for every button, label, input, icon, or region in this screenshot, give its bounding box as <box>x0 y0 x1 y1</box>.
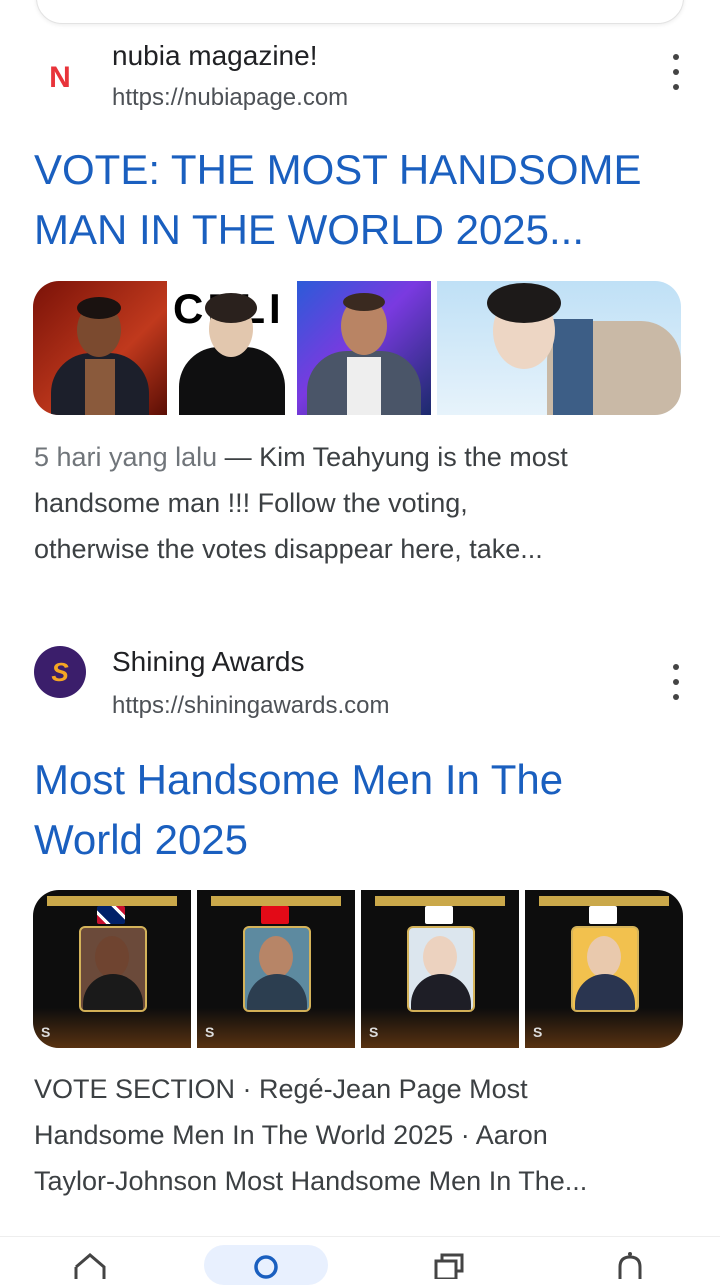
snippet-line: otherwise the votes disappear here, take… <box>34 534 543 564</box>
award-card[interactable]: S <box>33 890 191 1048</box>
award-card[interactable]: S <box>525 890 683 1048</box>
site-name: nubia magazine! <box>112 40 318 71</box>
tabs-icon[interactable] <box>432 1251 468 1281</box>
image-strip[interactable]: S S S S <box>33 890 683 1048</box>
site-url: https://nubiapage.com <box>112 84 349 111</box>
result-title-link[interactable]: VOTE: THE MOST HANDSOME MAN IN THE WORLD… <box>34 140 684 260</box>
snippet-line: Taylor-Johnson Most Handsome Men In The.… <box>34 1166 588 1196</box>
title-line: MAN IN THE WORLD 2025... <box>34 206 585 253</box>
more-vert-icon[interactable] <box>666 54 686 90</box>
result-source[interactable]: N nubia magazine! https://nubiapage.com <box>0 30 720 111</box>
title-line: VOTE: THE MOST HANDSOME <box>34 146 642 193</box>
search-bar[interactable] <box>36 0 684 24</box>
result-title-link[interactable]: Most Handsome Men In The World 2025 <box>34 750 684 870</box>
search-result: N nubia magazine! https://nubiapage.com … <box>0 30 720 590</box>
result-image[interactable] <box>437 281 681 415</box>
award-card[interactable]: S <box>197 890 355 1048</box>
site-url: https://shiningawards.com <box>112 692 390 719</box>
result-image[interactable]: CELI <box>173 281 291 415</box>
snippet-text: — Kim Teahyung is the most <box>217 442 568 472</box>
snippet-line: handsome man !!! Follow the voting, <box>34 488 468 518</box>
notifications-icon[interactable] <box>612 1251 648 1279</box>
snippet-line: 5 hari yang lalu — Kim Teahyung is the m… <box>34 434 694 480</box>
award-card[interactable]: S <box>361 890 519 1048</box>
shining-awards-favicon-icon: S <box>34 646 86 698</box>
result-image[interactable] <box>297 281 431 415</box>
image-strip[interactable]: CELI <box>33 281 681 415</box>
home-icon[interactable] <box>72 1251 108 1279</box>
search-result: S Shining Awards https://shiningawards.c… <box>0 640 720 1220</box>
site-name: Shining Awards <box>112 646 305 677</box>
snippet-line: Handsome Men In The World 2025 · Aaron <box>34 1120 548 1150</box>
result-image[interactable] <box>33 281 167 415</box>
snippet-date: 5 hari yang lalu <box>34 442 218 472</box>
result-source[interactable]: S Shining Awards https://shiningawards.c… <box>0 640 720 720</box>
result-snippet: 5 hari yang lalu — Kim Teahyung is the m… <box>34 434 694 572</box>
search-icon[interactable] <box>248 1251 284 1279</box>
more-vert-icon[interactable] <box>666 664 686 700</box>
title-line: World 2025 <box>34 816 249 863</box>
result-snippet: VOTE SECTION · Regé-Jean Page Most Hands… <box>34 1066 694 1204</box>
title-line: Most Handsome Men In The <box>34 756 564 803</box>
bottom-navigation <box>0 1236 720 1285</box>
nubia-favicon-icon: N <box>34 52 86 104</box>
snippet-line: VOTE SECTION · Regé-Jean Page Most <box>34 1074 528 1104</box>
